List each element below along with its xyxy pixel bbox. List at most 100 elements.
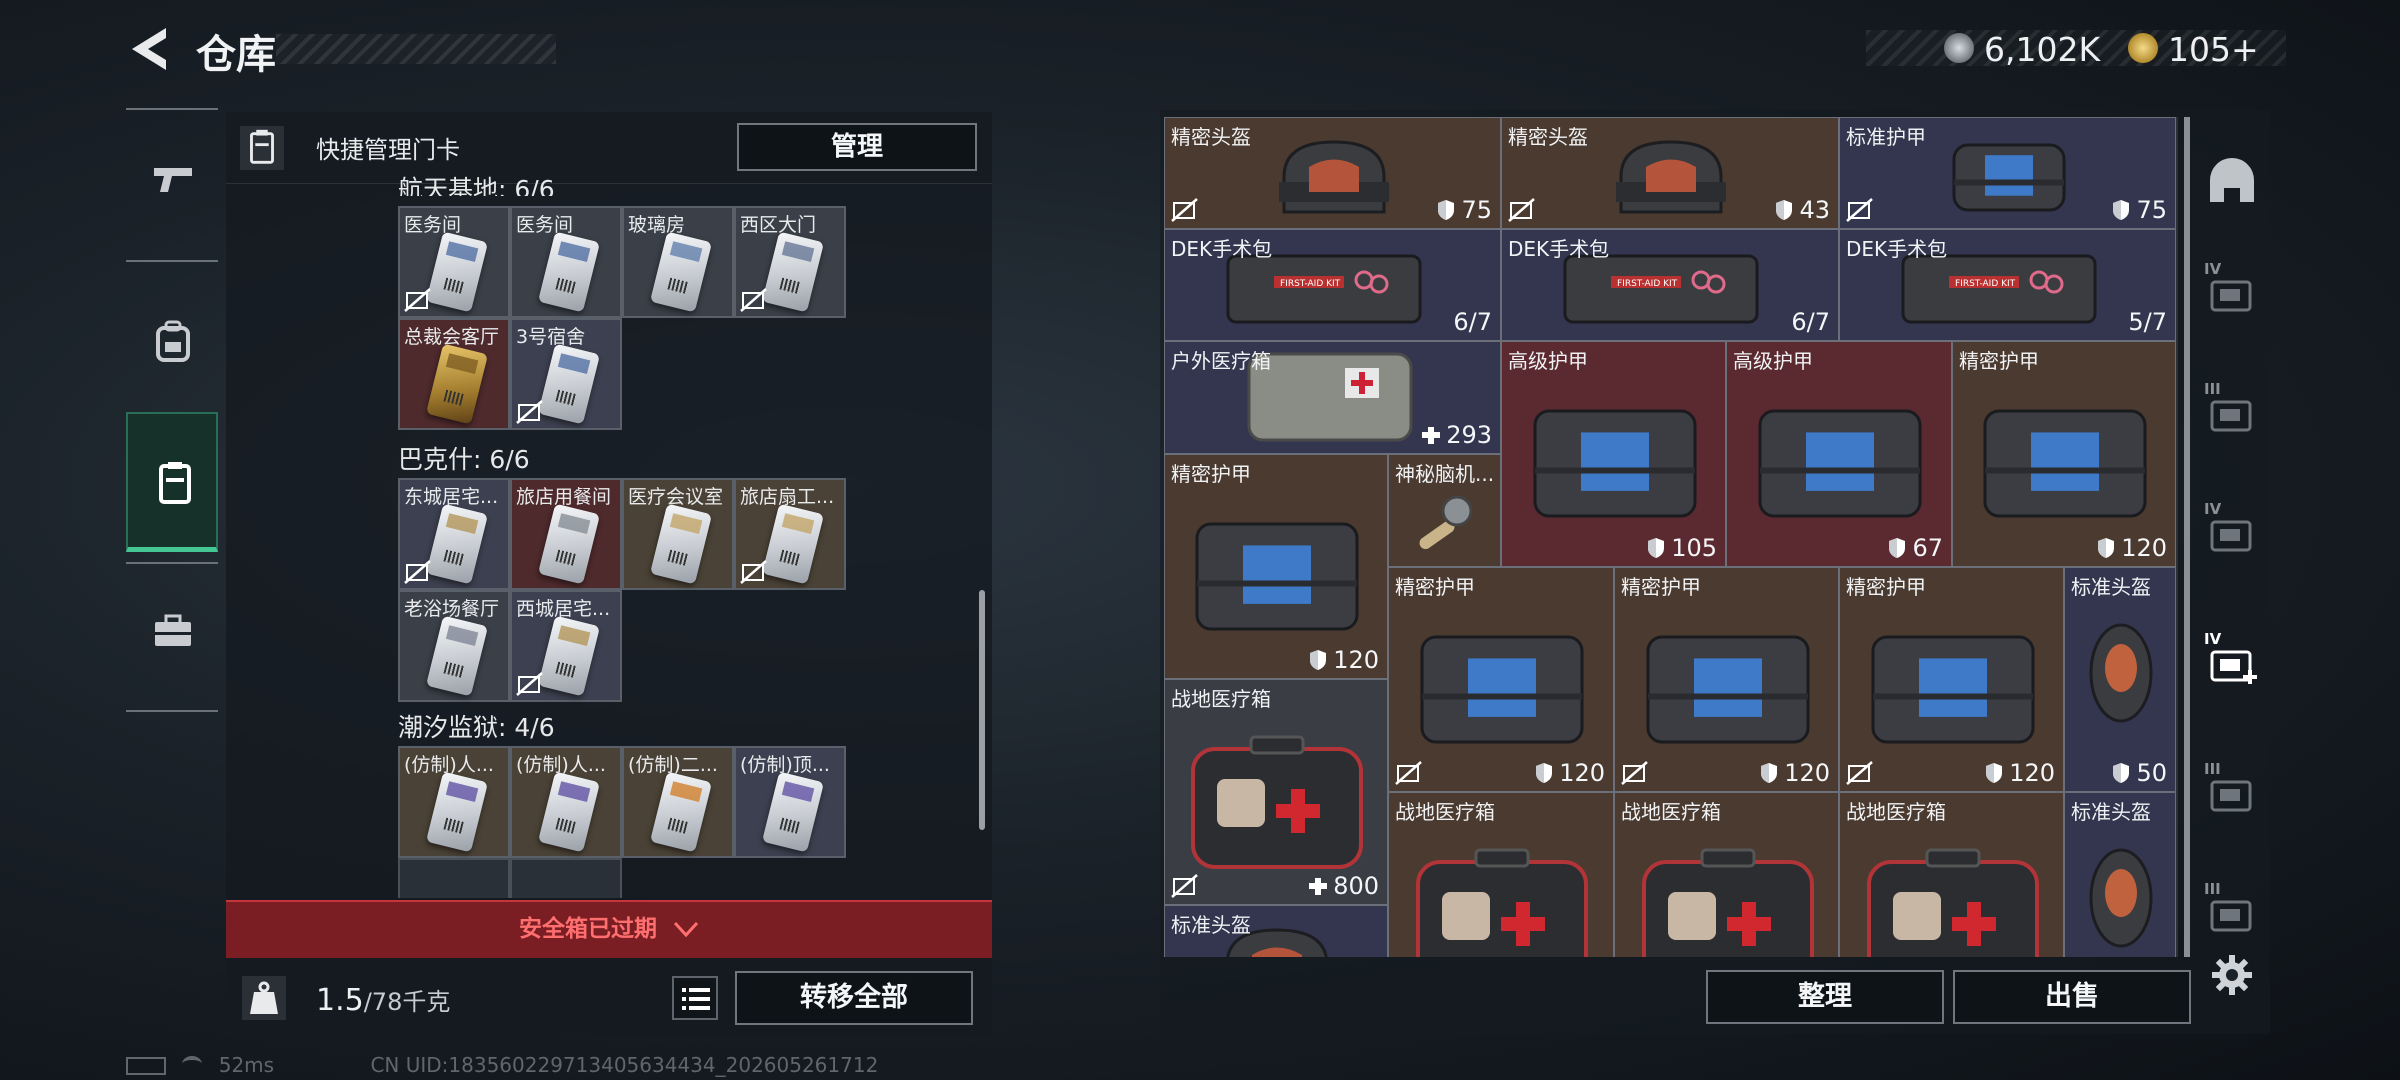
- keycard-image: [649, 231, 713, 313]
- stash-item[interactable]: 户外医疗箱 293: [1164, 341, 1501, 454]
- stash-item[interactable]: 精密护甲 120: [1614, 567, 1839, 792]
- rail-filter-2[interactable]: III: [2200, 380, 2264, 440]
- sell-button[interactable]: 出售: [1953, 970, 2191, 1024]
- stash-item[interactable]: 精密护甲 120: [1839, 567, 2064, 792]
- container-icon: [2210, 650, 2257, 684]
- rail-filter-1[interactable]: IV: [2200, 260, 2264, 320]
- stash-item[interactable]: 神秘脑机...: [1388, 454, 1501, 567]
- coin-icon: [1944, 33, 1974, 63]
- stash-item-value-text: 120: [2009, 759, 2055, 787]
- stash-item[interactable]: 精密护甲 120: [1164, 454, 1388, 679]
- keycard-slot[interactable]: 旅店扇工...: [734, 478, 846, 590]
- stash-item-name: 高级护甲: [1733, 349, 1813, 373]
- chevron-down-icon: [673, 921, 699, 938]
- stash-item-name: 战地医疗箱: [1171, 687, 1271, 711]
- toolbox-icon: [155, 614, 191, 646]
- keycard-image: [425, 343, 489, 425]
- manage-button[interactable]: 管理: [737, 123, 977, 171]
- stash-item[interactable]: 战地医疗箱: [1839, 792, 2064, 957]
- stash-item-value: 6/7: [1791, 308, 1830, 336]
- stash-item[interactable]: DEK手术包 FIRST-AID KIT 6/7: [1164, 229, 1501, 341]
- keycard-slot[interactable]: 东城居宅...: [398, 478, 510, 590]
- coin-amount: 6,102K: [1984, 30, 2101, 69]
- stash-item[interactable]: DEK手术包 FIRST-AID KIT 6/7: [1501, 229, 1839, 341]
- keycard-slot[interactable]: 玻璃房: [622, 206, 734, 318]
- stash-item[interactable]: 战地医疗箱 800: [1164, 679, 1388, 905]
- keycard-slot[interactable]: 医务间: [398, 206, 510, 318]
- stash-item-name: 精密护甲: [1959, 349, 2039, 373]
- durability-shield-icon: [2098, 538, 2115, 558]
- rail-filter-5[interactable]: III: [2200, 760, 2264, 820]
- keycard-label: 西城居宅...: [516, 598, 611, 620]
- keycard-slot[interactable]: (仿制)二...: [622, 746, 734, 858]
- armor-vest-image: [1646, 635, 1809, 743]
- weight-capacity: /78千克: [363, 988, 451, 1016]
- durability-shield-icon: [1986, 763, 2003, 783]
- stash-item-value-text: 5/7: [2128, 308, 2167, 336]
- no-bind-icon: [740, 288, 767, 312]
- group-label: 潮汐监狱: 4/6: [398, 713, 555, 742]
- list-view-button[interactable]: [672, 976, 718, 1020]
- safebox-expired-banner[interactable]: 安全箱已过期: [226, 900, 992, 958]
- container-icon: [2210, 400, 2252, 432]
- rail-filter-6[interactable]: III: [2200, 880, 2264, 940]
- medkit-image: [1191, 735, 1363, 869]
- helmet-filter-icon[interactable]: [2200, 152, 2264, 212]
- tab-keycards[interactable]: [126, 412, 218, 552]
- keycard-image: [761, 503, 825, 585]
- empty-keycard-slot[interactable]: [510, 858, 622, 898]
- keycard-slot[interactable]: (仿制)人...: [510, 746, 622, 858]
- stash-item[interactable]: 标准头盔 50: [2064, 567, 2176, 792]
- stash-item[interactable]: 高级护甲 67: [1726, 341, 1952, 567]
- tidy-button[interactable]: 整理: [1706, 970, 1944, 1024]
- no-bind-icon: [404, 560, 431, 584]
- surgery-kit-image: FIRST-AID KIT: [1563, 254, 1759, 324]
- durability-shield-icon: [1438, 200, 1455, 220]
- empty-keycard-slot[interactable]: [398, 858, 510, 898]
- transfer-all-button[interactable]: 转移全部: [735, 971, 973, 1025]
- stash-item[interactable]: 精密头盔 75: [1164, 117, 1501, 229]
- stash-item[interactable]: 精密护甲 120: [1952, 341, 2176, 567]
- currency-bar: 6,102K 105+: [1866, 30, 2286, 69]
- stash-item[interactable]: 战地医疗箱: [1614, 792, 1839, 957]
- stash-item[interactable]: 标准头盔: [2064, 792, 2176, 957]
- stash-item-value: 293: [1422, 421, 1492, 449]
- durability-shield-icon: [1536, 763, 1553, 783]
- stash-item[interactable]: 精密护甲 120: [1388, 567, 1614, 792]
- tab-toolbox[interactable]: [126, 562, 218, 702]
- stash-item[interactable]: 标准护甲 75: [1839, 117, 2176, 229]
- brain-device-image: [1419, 495, 1473, 550]
- tab-weapons[interactable]: [126, 108, 218, 248]
- stash-item[interactable]: 标准头盔: [1164, 905, 1388, 957]
- keycard-slot[interactable]: 老浴场餐厅: [398, 590, 510, 702]
- group-label: 航天基地: 6/6: [398, 175, 555, 196]
- stash-item-value: 120: [1309, 646, 1379, 674]
- medkit-image: [1416, 848, 1588, 957]
- keycard-slot[interactable]: 3号宿舍: [510, 318, 622, 430]
- stash-item-name: 标准头盔: [1171, 913, 1251, 937]
- rail-filter-4[interactable]: IV: [2200, 630, 2264, 690]
- no-bind-icon: [740, 560, 767, 584]
- svg-text:FIRST-AID KIT: FIRST-AID KIT: [1955, 279, 2016, 289]
- keycard-slot[interactable]: 西城居宅...: [510, 590, 622, 702]
- keycard-scrollbar[interactable]: [979, 590, 985, 830]
- stash-item[interactable]: 精密头盔 43: [1501, 117, 1839, 229]
- keycard-slot[interactable]: 西区大门: [734, 206, 846, 318]
- keycard-slot[interactable]: (仿制)顶...: [734, 746, 846, 858]
- stash-item[interactable]: 战地医疗箱: [1388, 792, 1614, 957]
- keycard-slot[interactable]: 总裁会客厅: [398, 318, 510, 430]
- stash-item-value: 800: [1309, 872, 1379, 900]
- stash-item-name: 精密护甲: [1846, 575, 1926, 599]
- keycard-slot[interactable]: (仿制)人...: [398, 746, 510, 858]
- stash-item-value-text: 75: [2136, 196, 2167, 224]
- gear-icon[interactable]: [2210, 953, 2254, 997]
- stash-scrollbar[interactable]: [2184, 117, 2190, 957]
- tab-backpack[interactable]: [126, 260, 218, 400]
- keycard-slot[interactable]: 医务间: [510, 206, 622, 318]
- keycard-slot[interactable]: 医疗会议室: [622, 478, 734, 590]
- back-button[interactable]: [126, 24, 170, 74]
- stash-item[interactable]: DEK手术包 FIRST-AID KIT 5/7: [1839, 229, 2176, 341]
- stash-item[interactable]: 高级护甲 105: [1501, 341, 1726, 567]
- keycard-slot[interactable]: 旅店用餐间: [510, 478, 622, 590]
- rail-filter-3[interactable]: IV: [2200, 500, 2264, 560]
